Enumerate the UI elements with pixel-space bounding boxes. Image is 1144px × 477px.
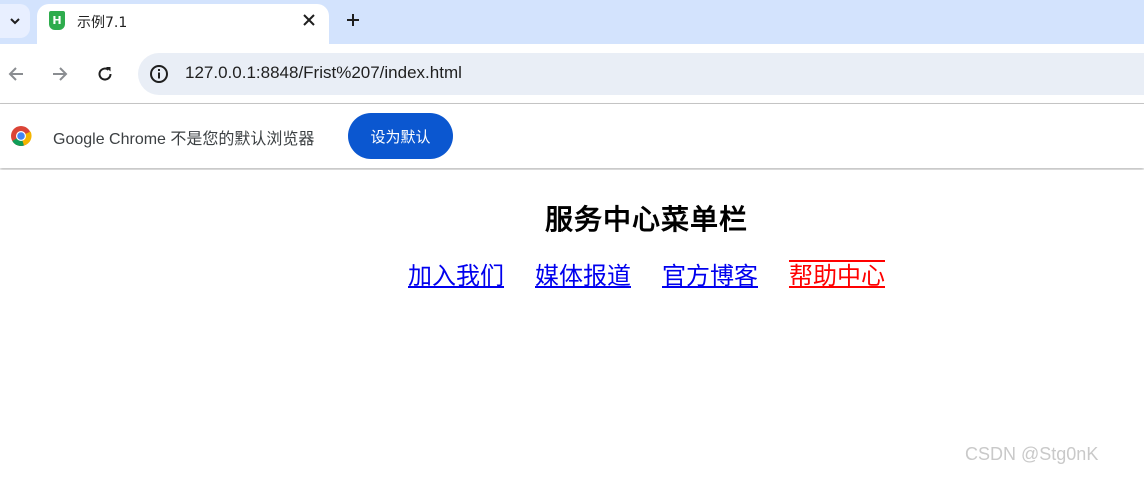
forward-button[interactable] bbox=[46, 60, 74, 88]
url-text[interactable]: 127.0.0.1:8848/Frist%207/index.html bbox=[185, 63, 462, 83]
csdn-watermark: CSDN @Stg0nK bbox=[965, 444, 1099, 464]
back-arrow-icon bbox=[8, 67, 23, 81]
hbuilder-favicon-icon: H bbox=[49, 11, 65, 30]
chrome-logo-icon bbox=[11, 126, 32, 146]
browser-toolbar: 127.0.0.1:8848/Frist%207/index.html bbox=[0, 44, 1144, 104]
set-default-button[interactable]: 设为默认 bbox=[348, 113, 453, 159]
back-button[interactable] bbox=[2, 60, 30, 88]
service-menu: 加入我们 媒体报道 官方博客 帮助中心 bbox=[408, 260, 916, 292]
chevron-down-icon bbox=[10, 18, 20, 25]
tab-search-button[interactable] bbox=[0, 4, 30, 38]
site-info-icon[interactable] bbox=[149, 64, 169, 84]
infobar-message: Google Chrome 不是您的默认浏览器 bbox=[53, 131, 315, 148]
plus-icon bbox=[347, 14, 359, 26]
active-tab[interactable]: H 示例7.1 bbox=[37, 4, 329, 44]
forward-arrow-icon bbox=[53, 67, 68, 81]
menu-item-media-reports[interactable]: 媒体报道 bbox=[535, 260, 631, 292]
reload-icon bbox=[98, 67, 112, 81]
default-browser-infobar: Google Chrome 不是您的默认浏览器 设为默认 bbox=[0, 104, 1144, 168]
close-tab-button[interactable] bbox=[299, 10, 319, 30]
close-icon bbox=[303, 14, 315, 26]
address-bar[interactable]: 127.0.0.1:8848/Frist%207/index.html bbox=[138, 53, 1144, 95]
new-tab-button[interactable] bbox=[341, 8, 365, 32]
page-title: 服务中心菜单栏 bbox=[545, 203, 749, 236]
menu-item-help-center[interactable]: 帮助中心 bbox=[789, 260, 885, 292]
menu-item-join-us[interactable]: 加入我们 bbox=[408, 260, 504, 292]
tab-strip: H 示例7.1 bbox=[0, 0, 1144, 44]
tab-title: 示例7.1 bbox=[77, 15, 128, 31]
reload-button[interactable] bbox=[91, 60, 119, 88]
menu-item-official-blog[interactable]: 官方博客 bbox=[662, 260, 758, 292]
page-content: 服务中心菜单栏 加入我们 媒体报道 官方博客 帮助中心 CSDN @Stg0nK bbox=[0, 170, 1144, 477]
